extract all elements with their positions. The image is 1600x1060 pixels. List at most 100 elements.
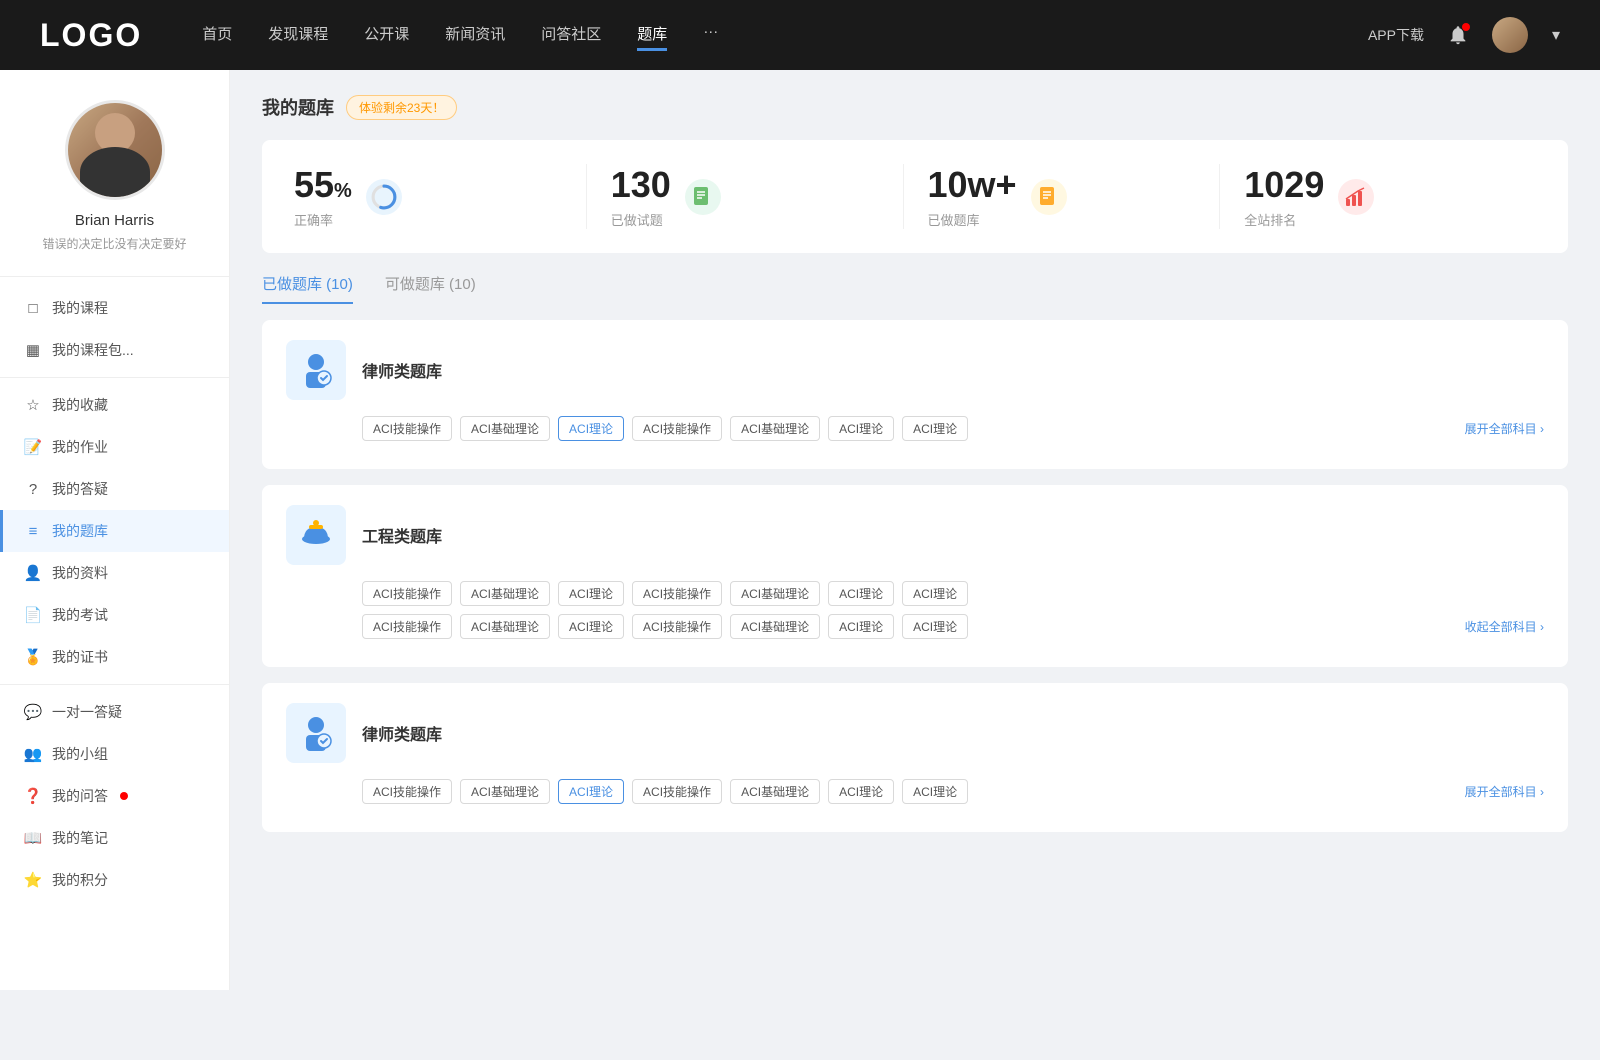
nav-discover[interactable]: 发现课程 [268, 19, 328, 51]
user-avatar[interactable] [1492, 17, 1528, 53]
sidebar-label-my-course: 我的课程 [52, 298, 108, 318]
sidebar-item-profile[interactable]: 👤 我的资料 [0, 552, 229, 594]
tag-1-5[interactable]: ACI基础理论 [730, 416, 820, 441]
trial-badge: 体验剩余23天！ [346, 95, 457, 120]
sidebar-label-certificate: 我的证书 [52, 647, 108, 667]
tag-3-2[interactable]: ACI基础理论 [460, 779, 550, 804]
tag-2-9[interactable]: ACI基础理论 [460, 614, 550, 639]
stat-banks-text: 10w+ 已做题库 [928, 164, 1017, 229]
nav-right: APP下载 ▾ [1368, 17, 1560, 53]
stat-rank: 1029 全站排名 [1220, 164, 1536, 229]
tab-done[interactable]: 已做题库 (10) [262, 273, 353, 304]
sidebar-item-question-bank[interactable]: ≡ 我的题库 [0, 510, 229, 552]
tag-2-3[interactable]: ACI理论 [558, 581, 624, 606]
expand-btn-1[interactable]: 展开全部科目 › [1465, 420, 1544, 437]
nav-question-bank[interactable]: 题库 [637, 19, 667, 51]
stat-rank-text: 1029 全站排名 [1244, 164, 1324, 229]
package-icon: ▦ [24, 341, 42, 359]
question-icon: ? [24, 480, 42, 498]
notification-bell[interactable] [1444, 21, 1472, 49]
bank-3-tags-section: ACI技能操作 ACI基础理论 ACI理论 ACI技能操作 ACI基础理论 AC… [286, 779, 1544, 804]
notes-icon: 📖 [24, 829, 42, 847]
sidebar-profile: Brian Harris 错误的决定比没有决定要好 [0, 100, 229, 277]
bank-icon-lawyer-2 [286, 703, 346, 763]
expand-btn-3[interactable]: 展开全部科目 › [1465, 783, 1544, 800]
stat-banks-icon [1031, 179, 1067, 215]
course-icon: □ [24, 299, 42, 317]
bank-2-tags-section: ACI技能操作 ACI基础理论 ACI理论 ACI技能操作 ACI基础理论 AC… [286, 581, 1544, 639]
lawyer-icon-svg-2 [294, 711, 338, 755]
bank-card-2: 工程类题库 ACI技能操作 ACI基础理论 ACI理论 ACI技能操作 ACI基… [262, 485, 1568, 667]
nav-links: 首页 发现课程 公开课 新闻资讯 问答社区 题库 ··· [202, 19, 1368, 51]
tag-2-11[interactable]: ACI技能操作 [632, 614, 722, 639]
tag-2-14[interactable]: ACI理论 [902, 614, 968, 639]
bank-card-1: 律师类题库 ACI技能操作 ACI基础理论 ACI理论 ACI技能操作 ACI基… [262, 320, 1568, 469]
tag-2-6[interactable]: ACI理论 [828, 581, 894, 606]
tag-2-13[interactable]: ACI理论 [828, 614, 894, 639]
sidebar-menu: □ 我的课程 ▦ 我的课程包... ☆ 我的收藏 📝 我的作业 ? 我的答疑 ≡ [0, 277, 229, 911]
tag-3-5[interactable]: ACI基础理论 [730, 779, 820, 804]
sidebar-item-notes[interactable]: 📖 我的笔记 [0, 817, 229, 859]
tag-1-1[interactable]: ACI技能操作 [362, 416, 452, 441]
tag-3-3[interactable]: ACI理论 [558, 779, 624, 804]
bank-title-2: 工程类题库 [362, 523, 442, 547]
sidebar-item-points[interactable]: ⭐ 我的积分 [0, 859, 229, 901]
bank-icon-engineer [286, 505, 346, 565]
stat-accuracy-label: 正确率 [294, 210, 352, 229]
sidebar-label-group: 我的小组 [52, 744, 108, 764]
tag-3-1[interactable]: ACI技能操作 [362, 779, 452, 804]
sidebar-item-my-course[interactable]: □ 我的课程 [0, 287, 229, 329]
nav-more[interactable]: ··· [703, 19, 718, 51]
chat-icon: 💬 [24, 703, 42, 721]
doc-green-icon [691, 185, 715, 209]
sidebar-item-group[interactable]: 👥 我的小组 [0, 733, 229, 775]
nav-open-course[interactable]: 公开课 [364, 19, 409, 51]
profile-icon: 👤 [24, 564, 42, 582]
sidebar-item-questions[interactable]: ? 我的答疑 [0, 468, 229, 510]
bell-badge [1462, 23, 1470, 31]
nav-qa[interactable]: 问答社区 [541, 19, 601, 51]
tag-1-2[interactable]: ACI基础理论 [460, 416, 550, 441]
user-menu-chevron[interactable]: ▾ [1552, 25, 1560, 45]
sidebar-label-course-package: 我的课程包... [52, 340, 134, 360]
sidebar-label-points: 我的积分 [52, 870, 108, 890]
tag-1-6[interactable]: ACI理论 [828, 416, 894, 441]
stat-done-text: 130 已做试题 [611, 164, 671, 229]
stat-done-banks: 10w+ 已做题库 [904, 164, 1221, 229]
sidebar-item-favorites[interactable]: ☆ 我的收藏 [0, 384, 229, 426]
tag-1-3[interactable]: ACI理论 [558, 416, 624, 441]
app-download-btn[interactable]: APP下载 [1368, 25, 1424, 45]
tag-2-7[interactable]: ACI理论 [902, 581, 968, 606]
collapse-btn-2[interactable]: 收起全部科目 › [1465, 618, 1544, 635]
nav-home[interactable]: 首页 [202, 19, 232, 51]
tag-2-10[interactable]: ACI理论 [558, 614, 624, 639]
tag-1-4[interactable]: ACI技能操作 [632, 416, 722, 441]
sidebar-item-certificate[interactable]: 🏅 我的证书 [0, 636, 229, 678]
qa-badge [120, 792, 128, 800]
bank-card-3-header: 律师类题库 [286, 703, 1544, 763]
logo[interactable]: LOGO [40, 17, 142, 54]
tag-2-5[interactable]: ACI基础理论 [730, 581, 820, 606]
bank-3-tags: ACI技能操作 ACI基础理论 ACI理论 ACI技能操作 ACI基础理论 AC… [362, 779, 1544, 804]
tag-3-7[interactable]: ACI理论 [902, 779, 968, 804]
tag-3-4[interactable]: ACI技能操作 [632, 779, 722, 804]
homework-icon: 📝 [24, 438, 42, 456]
nav-news[interactable]: 新闻资讯 [445, 19, 505, 51]
sidebar-item-homework[interactable]: 📝 我的作业 [0, 426, 229, 468]
tag-1-7[interactable]: ACI理论 [902, 416, 968, 441]
sidebar-item-my-qa[interactable]: ❓ 我的问答 [0, 775, 229, 817]
tag-2-2[interactable]: ACI基础理论 [460, 581, 550, 606]
profile-name: Brian Harris [75, 212, 154, 229]
navbar: LOGO 首页 发现课程 公开课 新闻资讯 问答社区 题库 ··· APP下载 … [0, 0, 1600, 70]
tag-2-1[interactable]: ACI技能操作 [362, 581, 452, 606]
divider-2 [0, 684, 229, 685]
tag-2-4[interactable]: ACI技能操作 [632, 581, 722, 606]
sidebar-item-1on1[interactable]: 💬 一对一答疑 [0, 691, 229, 733]
tag-2-8[interactable]: ACI技能操作 [362, 614, 452, 639]
sidebar-item-course-package[interactable]: ▦ 我的课程包... [0, 329, 229, 371]
tag-3-6[interactable]: ACI理论 [828, 779, 894, 804]
tab-available[interactable]: 可做题库 (10) [385, 273, 476, 304]
sidebar-item-exam[interactable]: 📄 我的考试 [0, 594, 229, 636]
sidebar-label-notes: 我的笔记 [52, 828, 108, 848]
tag-2-12[interactable]: ACI基础理论 [730, 614, 820, 639]
